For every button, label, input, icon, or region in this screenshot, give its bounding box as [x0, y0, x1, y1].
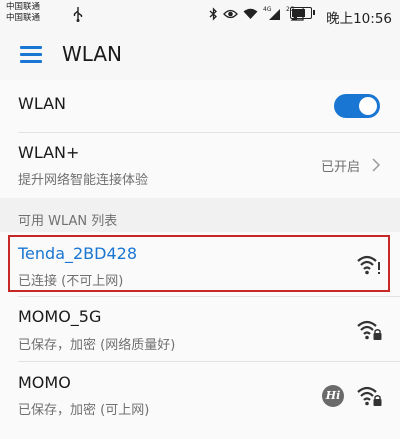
carrier-1-label: 中国联通 [6, 2, 41, 12]
carrier-info: 中国联通 中国联通 [6, 2, 40, 24]
wlan-plus-row[interactable]: WLAN+ 提升网络智能连接体验 已开启 [0, 133, 400, 198]
wlan-settings-card: WLAN WLAN+ 提升网络智能连接体验 已开启 [0, 80, 400, 198]
available-networks-header: 可用 WLAN 列表 [18, 214, 118, 229]
status-time: 晚上10:56 [326, 11, 392, 27]
battery-icon [290, 7, 315, 19]
wifi-lock-icon [357, 320, 382, 340]
network-type-1: 4G [263, 6, 272, 13]
page-title: WLAN [62, 42, 123, 66]
network-ssid: MOMO [18, 373, 71, 392]
connected-network-highlight [8, 235, 390, 292]
wlan-plus-label: WLAN+ [18, 143, 80, 162]
wlan-toggle-switch[interactable] [334, 94, 380, 118]
toggle-knob [359, 97, 377, 115]
network-status: 已保存，加密 (可上网) [18, 403, 150, 418]
network-item-momo-5g[interactable]: MOMO_5G 已保存，加密 (网络质量好) [0, 297, 400, 361]
network-status: 已保存，加密 (网络质量好) [18, 338, 176, 353]
battery-level-fill [292, 9, 305, 17]
menu-bar-line [20, 60, 42, 63]
eye-icon [223, 9, 238, 19]
menu-button[interactable] [20, 44, 42, 64]
app-bar: WLAN [0, 30, 400, 80]
hilink-badge-icon: Hi [322, 385, 344, 407]
wlan-toggle-row[interactable]: WLAN [0, 80, 400, 132]
status-bar: 中国联通 中国联通 4G 2G 晚上10:56 [0, 0, 400, 30]
menu-bar-line [20, 46, 42, 49]
wlan-plus-description: 提升网络智能连接体验 [18, 173, 149, 188]
network-ssid: MOMO_5G [18, 307, 102, 326]
wlan-plus-status: 已开启 [320, 160, 360, 175]
menu-bar-line [20, 53, 42, 56]
wifi-lock-icon [357, 386, 382, 406]
bluetooth-icon [209, 7, 217, 21]
chevron-right-icon [372, 158, 380, 172]
usb-icon [73, 7, 83, 22]
wlan-label: WLAN [18, 94, 67, 113]
carrier-2-label: 中国联通 [6, 13, 41, 23]
network-item-momo[interactable]: MOMO 已保存，加密 (可上网) Hi [0, 362, 400, 426]
wifi-status-icon [243, 8, 258, 19]
signal-1-icon: 4G [263, 6, 281, 21]
